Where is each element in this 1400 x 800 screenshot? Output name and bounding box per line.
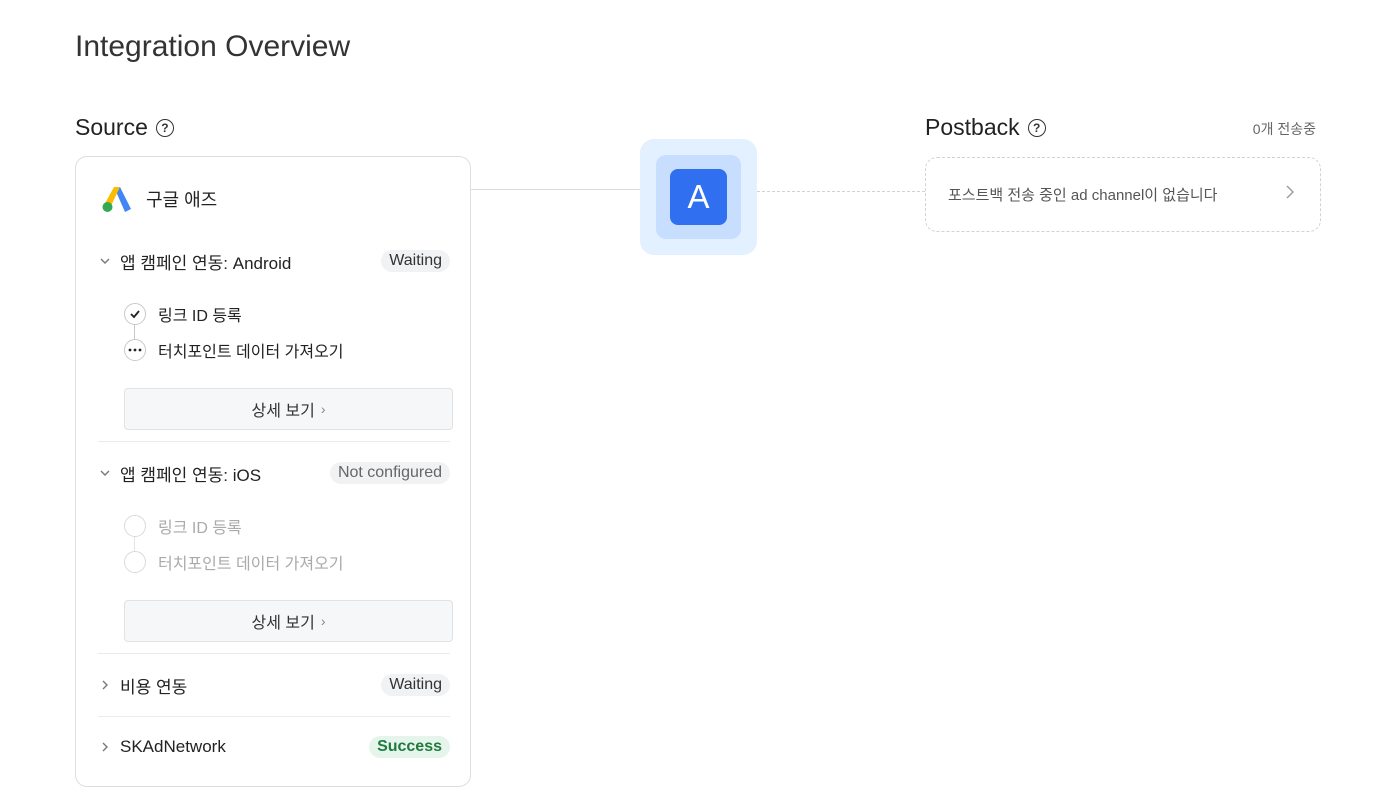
- status-badge: Waiting: [381, 250, 450, 272]
- chevron-right-icon: [98, 678, 112, 692]
- source-title: Source ?: [75, 114, 174, 141]
- step-item: 링크 ID 등록: [124, 508, 450, 544]
- group-header-cost[interactable]: 비용 연동 Waiting: [98, 672, 450, 698]
- status-badge: Success: [369, 736, 450, 758]
- chevron-down-icon: [98, 466, 112, 480]
- divider: [98, 653, 450, 654]
- chevron-down-icon: [98, 254, 112, 268]
- help-icon[interactable]: ?: [155, 118, 174, 137]
- group-header-android[interactable]: 앱 캠페인 연동: Android Waiting: [98, 248, 450, 274]
- app-logo-icon: A: [670, 169, 727, 225]
- postback-connector-line: [757, 191, 925, 192]
- chevron-right-icon: ›: [320, 613, 326, 629]
- divider: [98, 716, 450, 717]
- app-node[interactable]: A: [640, 139, 757, 255]
- integration-group-cost: 비용 연동 Waiting: [98, 672, 450, 698]
- chevron-right-icon: [98, 740, 112, 754]
- view-details-button[interactable]: 상세 보기 ›: [124, 600, 453, 642]
- empty-circle-icon: [124, 551, 146, 573]
- google-ads-logo-icon: [102, 187, 131, 212]
- postback-title-label: Postback: [925, 114, 1020, 140]
- check-icon: [124, 303, 146, 325]
- group-label: 앱 캠페인 연동: iOS: [120, 465, 262, 485]
- integration-group-skadnetwork: SKAdNetwork Success: [98, 734, 450, 760]
- step-label: 터치포인트 데이터 가져오기: [158, 556, 344, 573]
- step-item: 터치포인트 데이터 가져오기: [124, 544, 450, 580]
- source-title-label: Source: [75, 114, 148, 140]
- empty-circle-icon: [124, 515, 146, 537]
- step-list: 링크 ID 등록 터치포인트 데이터 가져오기: [124, 296, 450, 368]
- view-details-label: 상세 보기: [251, 615, 315, 632]
- view-details-button[interactable]: 상세 보기 ›: [124, 388, 453, 430]
- integration-group-ios: 앱 캠페인 연동: iOS Not configured 링크 ID 등록 터치…: [98, 460, 453, 642]
- brand-name: 구글 애즈: [146, 190, 218, 210]
- ellipsis-icon: [124, 339, 146, 361]
- postback-empty-box[interactable]: 포스트백 전송 중인 ad channel이 없습니다: [925, 157, 1321, 232]
- step-label: 터치포인트 데이터 가져오기: [158, 344, 344, 361]
- view-details-label: 상세 보기: [251, 403, 315, 420]
- postback-count: 0개 전송중: [1252, 121, 1316, 137]
- postback-empty-message: 포스트백 전송 중인 ad channel이 없습니다: [948, 187, 1218, 204]
- postback-title: Postback ?: [925, 114, 1046, 141]
- step-item: 터치포인트 데이터 가져오기: [124, 332, 450, 368]
- chevron-right-icon: ›: [320, 401, 326, 417]
- status-badge: Waiting: [381, 674, 450, 696]
- source-card-header: 구글 애즈: [102, 185, 217, 213]
- group-label: 앱 캠페인 연동: Android: [120, 253, 292, 273]
- group-header-skadnetwork[interactable]: SKAdNetwork Success: [98, 734, 450, 760]
- integration-group-android: 앱 캠페인 연동: Android Waiting 링크 ID 등록 터치포인트…: [98, 248, 453, 430]
- help-icon[interactable]: ?: [1027, 118, 1046, 137]
- group-label: 비용 연동: [120, 677, 188, 697]
- step-label: 링크 ID 등록: [158, 308, 242, 325]
- chevron-right-icon: [1284, 184, 1296, 205]
- divider: [98, 441, 450, 442]
- step-item: 링크 ID 등록: [124, 296, 450, 332]
- group-header-ios[interactable]: 앱 캠페인 연동: iOS Not configured: [98, 460, 450, 486]
- source-connector-line: [471, 189, 640, 190]
- group-label: SKAdNetwork: [120, 737, 226, 756]
- page-title: Integration Overview: [75, 30, 351, 63]
- step-list: 링크 ID 등록 터치포인트 데이터 가져오기: [124, 508, 450, 580]
- step-label: 링크 ID 등록: [158, 520, 242, 537]
- source-card: 구글 애즈 앱 캠페인 연동: Android Waiting 링크 ID 등록: [75, 156, 471, 787]
- status-badge: Not configured: [329, 462, 450, 484]
